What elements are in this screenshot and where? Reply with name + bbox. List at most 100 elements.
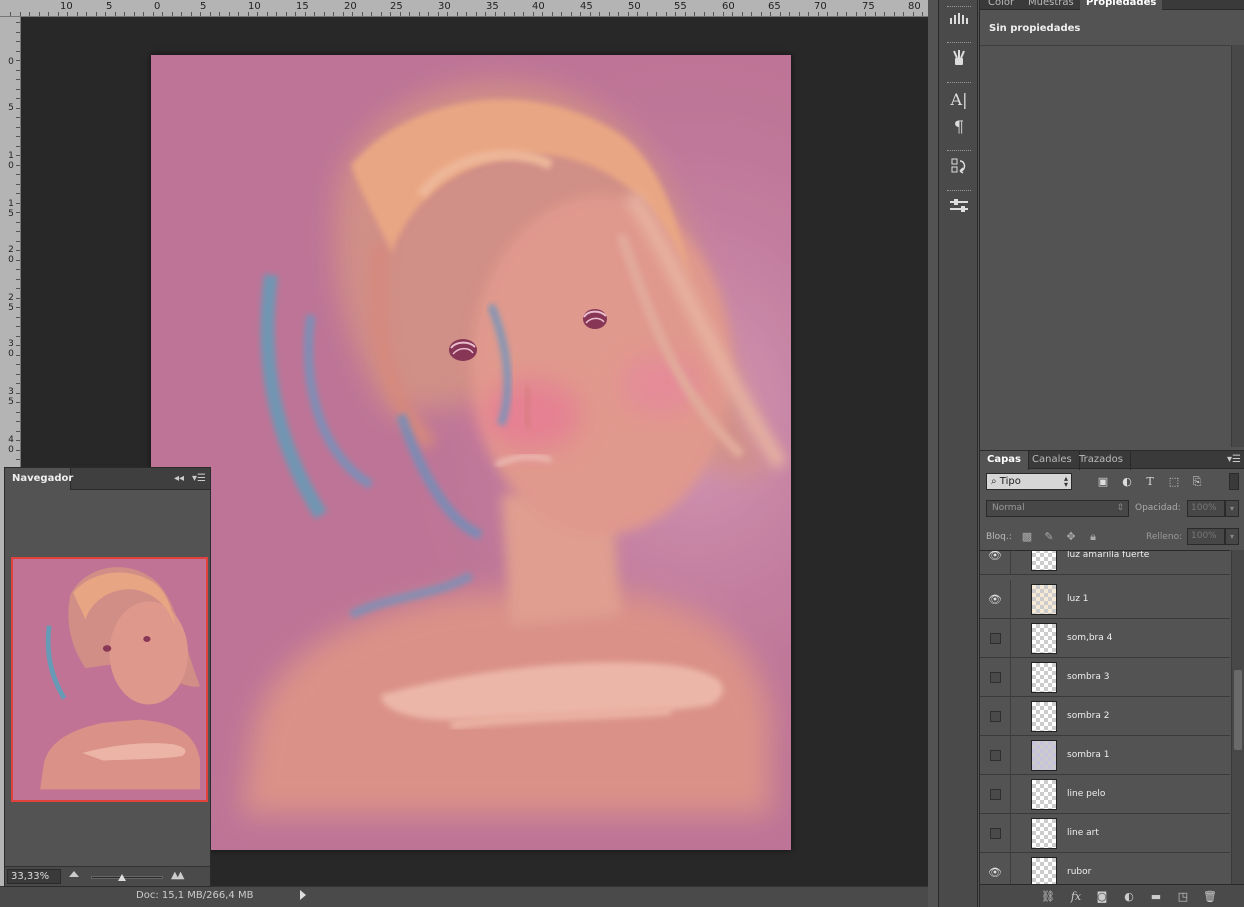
tab-swatches[interactable]: Muestras [1022,0,1080,10]
ruler-tick [561,12,562,16]
eye-icon[interactable]: 👁︎ [988,866,1002,879]
shape-filter-icon[interactable]: ⬚ [1167,475,1181,489]
tab-paths[interactable]: Trazados [1072,451,1131,470]
ruler-horizontal[interactable]: 10 5 0 5 10 15 20 25 30 35 40 45 50 55 60 65 70 75 80 [0,0,928,17]
scrollbar-thumb[interactable] [1234,670,1242,750]
opacity-input[interactable]: 100% [1187,500,1225,517]
paragraph-icon[interactable]: ¶ [947,116,971,138]
ruler-label: 40 [8,435,14,455]
ruler-tick [856,12,857,16]
ruler-tick [153,12,154,16]
mask-icon[interactable]: ◙ [1094,889,1110,904]
visibility-toggle[interactable] [990,828,1001,839]
lock-transparency-icon[interactable]: ▩ [1020,530,1034,544]
layer-row[interactable]: 👁︎ luz amarilla fuerte [980,551,1230,575]
zoom-slider[interactable] [91,876,163,879]
opacity-label: Opacidad: [1135,503,1181,513]
layer-row[interactable]: sombra 1 [980,736,1230,775]
tab-layers[interactable]: Capas [980,451,1029,470]
ruler-tick [200,12,201,16]
chevron-down-icon[interactable]: ▾ [1225,500,1239,517]
layer-row[interactable]: 👁︎ luz 1 [980,580,1230,619]
layers-scrollbar[interactable] [1231,550,1244,884]
layer-row[interactable]: line pelo [980,775,1230,814]
image-filter-icon[interactable]: ▣ [1096,475,1110,489]
ruler-label: 70 [814,1,827,12]
ruler-tick [637,12,638,16]
dock-grip[interactable] [947,190,971,192]
navigator-preview[interactable] [11,557,208,802]
fill-input[interactable]: 100% [1187,528,1225,545]
collapse-panel-icon[interactable]: ◂◂ [174,473,184,484]
zoom-out-icon[interactable] [69,871,79,877]
dock-grip[interactable] [947,42,971,44]
dock-grip[interactable] [947,6,971,8]
document-workspace[interactable]: 10 5 0 5 10 15 20 25 30 35 40 45 50 55 60 65 70 75 80 0510… [0,0,928,907]
tab-navigator[interactable]: Navegador [5,468,73,490]
layers-list: 👁︎ luz amarilla fuerte 👁︎ luz 1 som,bra … [980,550,1230,884]
lock-pixels-icon[interactable]: ✎ [1042,530,1056,544]
adjustments-icon[interactable] [947,198,971,220]
brush-icon[interactable] [947,49,971,71]
zoom-level-input[interactable]: 33,33% [7,869,61,884]
panel-menu-icon[interactable]: ▾☰ [192,473,206,484]
panel-dock-strip: A| ¶ [938,0,978,907]
character-icon[interactable]: A| [947,89,971,111]
visibility-toggle[interactable] [990,672,1001,683]
layer-row[interactable]: 👁︎ rubor [980,853,1230,884]
trash-icon[interactable]: 🗑︎ [1202,889,1218,904]
layer-name: luz 1 [1067,594,1089,604]
type-filter-icon[interactable]: T [1143,475,1157,489]
layer-row[interactable]: line art [980,814,1230,853]
group-folder-icon[interactable]: ▬ [1148,889,1164,904]
adjustment-layer-icon[interactable]: ◐ [1121,889,1137,904]
history-icon[interactable] [947,157,971,179]
adjustment-filter-icon[interactable]: ◐ [1120,475,1134,489]
eye-icon[interactable]: 👁︎ [988,593,1002,606]
ruler-label: 10 [248,1,261,12]
layer-row[interactable]: sombra 3 [980,658,1230,697]
visibility-toggle[interactable] [990,633,1001,644]
ruler-tick [16,279,20,280]
properties-scrollbar[interactable] [1231,45,1244,447]
ruler-tick [789,12,790,16]
ruler-tick [16,127,20,128]
brush-presets-icon[interactable] [947,10,971,32]
layer-row[interactable]: sombra 2 [980,697,1230,736]
tab-color[interactable]: Color [982,0,1020,10]
lock-position-icon[interactable]: ✥ [1064,530,1078,544]
link-layers-icon[interactable]: ⛓ [1040,889,1056,904]
layer-row[interactable]: som,bra 4 [980,619,1230,658]
document-canvas[interactable] [151,55,791,850]
zoom-in-icon[interactable]: ▲▲ [171,870,184,881]
blend-mode-select[interactable]: Normal ⇕ [986,500,1129,517]
ruler-tick [105,12,106,16]
dock-grip[interactable] [947,82,971,84]
document-size-info[interactable]: Doc: 15,1 MB/266,4 MB [136,890,253,901]
ruler-tick [16,222,20,223]
dock-grip[interactable] [947,150,971,152]
tab-properties[interactable]: Propiedades [1080,0,1163,10]
ruler-tick [16,60,20,61]
layer-filter-kind-select[interactable]: ⌕ Tipo ▴ ▾ [986,473,1072,490]
new-layer-icon[interactable]: ◳ [1175,889,1191,904]
smart-object-filter-icon[interactable]: ⎘ [1190,475,1204,489]
ruler-tick [514,12,515,16]
filter-toggle[interactable] [1229,473,1239,490]
visibility-toggle[interactable] [990,711,1001,722]
ruler-tick [504,12,505,16]
eye-icon[interactable]: 👁︎ [988,551,1002,562]
visibility-toggle[interactable] [990,750,1001,761]
ruler-tick [16,345,20,346]
visibility-toggle[interactable] [990,789,1001,800]
ruler-tick [16,184,20,185]
ruler-tick [808,12,809,16]
panel-menu-icon[interactable]: ▾☰ [1227,454,1241,465]
status-menu-arrow-icon[interactable] [300,890,306,900]
fx-icon[interactable]: fx [1068,889,1084,904]
chevron-down-icon[interactable]: ▾ [1225,528,1239,545]
zoom-slider-handle[interactable] [118,874,126,881]
lock-all-icon[interactable]: 🔒︎ [1086,530,1100,544]
ruler-tick [286,12,287,16]
ruler-label: 80 [908,1,921,12]
